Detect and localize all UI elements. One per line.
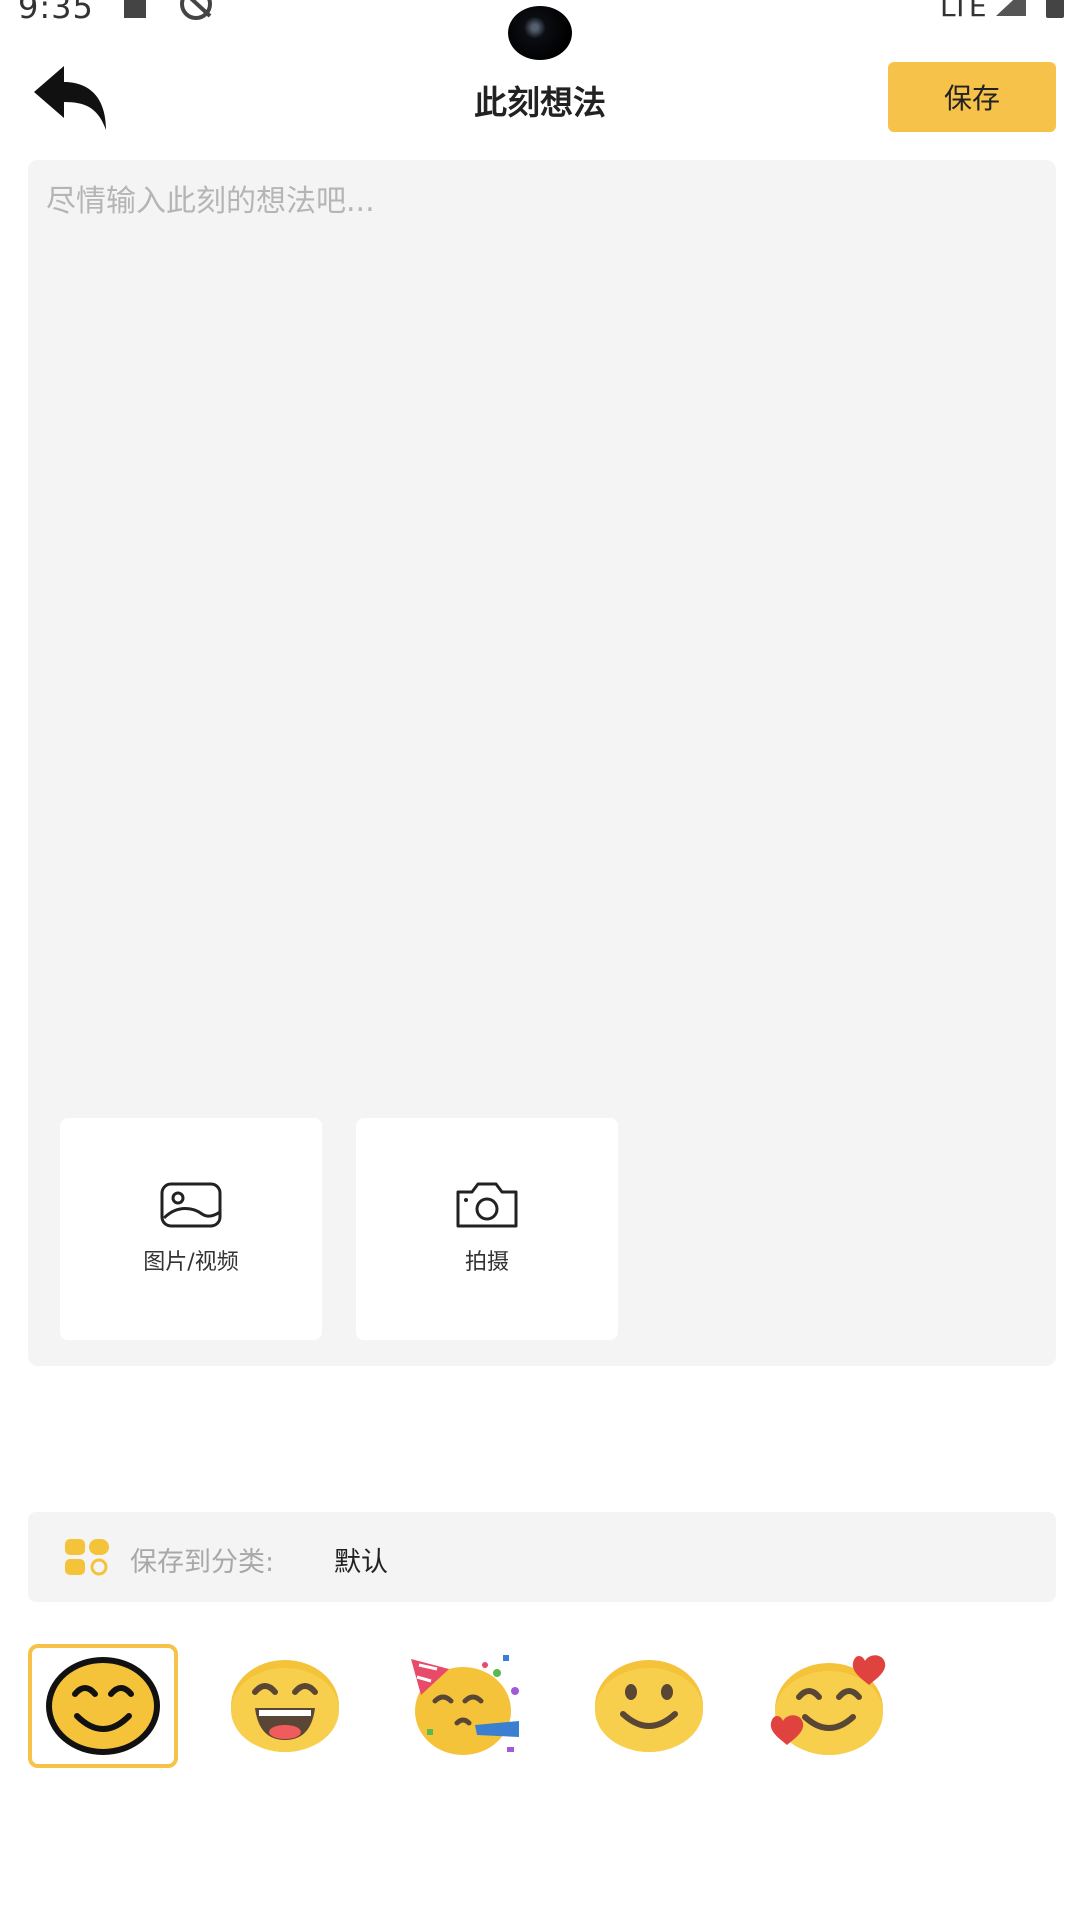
category-label: 保存到分类: — [130, 1547, 275, 1578]
mood-option-hearts[interactable] — [756, 1644, 906, 1768]
mood-option-grinning[interactable] — [210, 1644, 360, 1768]
signal-icon — [996, 0, 1026, 16]
mood-option-slight-smile[interactable] — [574, 1644, 724, 1768]
mood-option-party[interactable] — [392, 1644, 542, 1768]
image-video-label: 图片/视频 — [143, 1250, 239, 1275]
add-image-video-button[interactable]: 图片/视频 — [60, 1118, 322, 1340]
image-icon — [160, 1182, 222, 1228]
thought-input[interactable] — [44, 174, 1028, 1078]
thought-editor: 图片/视频 拍摄 — [28, 160, 1056, 1366]
status-time: 9:35 — [18, 0, 94, 26]
category-selector[interactable]: 保存到分类: 默认 — [28, 1512, 1056, 1602]
smiling-face-with-hearts-icon — [770, 1655, 886, 1755]
slightly-smiling-face-icon — [595, 1660, 703, 1752]
camera-icon — [456, 1182, 518, 1228]
battery-icon — [1046, 0, 1064, 18]
header: 此刻想法 保存 — [0, 54, 1080, 164]
sd-card-icon — [124, 0, 146, 18]
sync-off-icon — [180, 0, 212, 20]
grinning-face-icon — [231, 1660, 339, 1752]
mood-picker — [28, 1644, 1056, 1774]
smiling-face-icon — [46, 1657, 160, 1755]
party-face-icon — [411, 1655, 519, 1755]
category-value: 默认 — [334, 1547, 388, 1578]
network-type: LTE — [940, 0, 987, 23]
category-grid-icon — [65, 1539, 109, 1576]
save-button[interactable]: 保存 — [888, 62, 1056, 132]
mood-option-smiling[interactable] — [28, 1644, 178, 1768]
take-photo-label: 拍摄 — [464, 1250, 509, 1275]
front-camera — [508, 6, 572, 60]
status-bar: 9:35 LTE — [0, 0, 1080, 60]
take-photo-button[interactable]: 拍摄 — [356, 1118, 618, 1340]
